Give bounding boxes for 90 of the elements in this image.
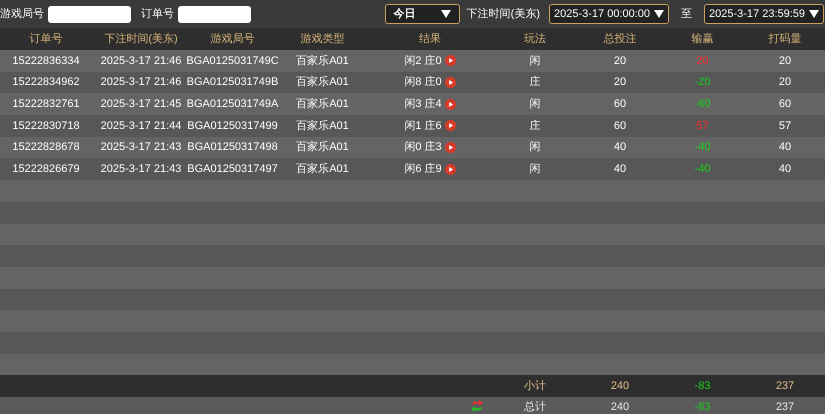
table-cell-text: 2025-3-17 21:46 <box>100 54 182 69</box>
table-cell-text: 57 <box>696 118 709 134</box>
table-cell-text: 60 <box>614 96 626 112</box>
total-value: 240 <box>610 400 630 414</box>
table-cell-text: 庄 <box>530 118 540 134</box>
table-cell-text: BGA0125031749C <box>186 54 279 69</box>
subtotal-label: 小计 <box>524 379 546 394</box>
table-cell-text: 闲 <box>530 96 540 112</box>
table-cell-text: 40 <box>614 140 626 156</box>
caret-icon <box>809 10 819 18</box>
column-header: 游戏类型 <box>300 32 344 47</box>
subtotal-value: 240 <box>610 379 630 394</box>
round-label: 游戏局号 <box>0 6 44 22</box>
table-cell-text: 57 <box>778 118 792 134</box>
column-header: 总投注 <box>604 32 636 47</box>
play-icon[interactable] <box>444 98 456 110</box>
table-cell-text: 20 <box>778 54 792 69</box>
table-cell-text: 15222834962 <box>12 75 80 90</box>
table-cell-text: 20 <box>778 75 792 90</box>
column-header: 玩法 <box>524 32 546 47</box>
table-cell-text: 百家乐A01 <box>296 118 349 134</box>
table-cell-text: 2025-3-17 21:45 <box>100 96 182 112</box>
table-cell-text: 闲 <box>530 162 540 178</box>
table-cell-text: 40 <box>778 140 792 156</box>
table-cell-text: 百家乐A01 <box>296 74 349 90</box>
refresh-icon[interactable] <box>470 399 484 414</box>
table-cell-text: -40 <box>694 162 710 178</box>
table-cell-text: 15222826679 <box>12 162 80 178</box>
table-cell-text: 15222830718 <box>12 118 80 134</box>
subtotal-value: -83 <box>694 379 710 394</box>
column-header: 打码量 <box>768 32 802 47</box>
column-header: 订单号 <box>30 32 62 47</box>
table-cell-text: 15222828678 <box>12 140 80 156</box>
play-icon[interactable] <box>444 142 456 154</box>
column-header: 下注时间(美东) <box>104 32 178 47</box>
table-cell-text: 15222836334 <box>12 54 80 69</box>
order-label: 订单号 <box>141 6 174 22</box>
table-cell-text: BGA01250317497 <box>187 162 278 178</box>
play-icon[interactable] <box>444 164 456 175</box>
table-cell-text: 2025-3-17 21:46 <box>100 75 182 90</box>
column-header: 游戏局号 <box>210 32 254 47</box>
to-label: 至 <box>681 6 692 22</box>
time-label: 下注时间(美东) <box>466 6 540 22</box>
table-cell-text: 闲1 庄6 <box>404 118 442 134</box>
table-cell-text: BGA01250317498 <box>187 140 278 156</box>
table-cell-text: 40 <box>614 162 626 178</box>
table-cell-text: 闲6 庄9 <box>404 162 442 178</box>
table-cell-text: 2025-3-17 21:44 <box>100 118 182 134</box>
table-cell-text: 闲8 庄0 <box>404 74 442 90</box>
table-cell-text: BGA0125031749B <box>186 75 278 90</box>
start-time-dropdown[interactable]: 2025-3-17 00:00:00 <box>549 4 669 24</box>
column-header: 结果 <box>419 32 441 47</box>
table-cell-text: 60 <box>778 96 792 112</box>
table-cell-text: 庄 <box>530 74 540 90</box>
play-icon[interactable] <box>444 77 456 88</box>
table-cell-text: BGA0125031749A <box>186 96 278 112</box>
table-cell-text: BGA01250317499 <box>187 118 278 134</box>
table-cell-text: -60 <box>694 96 710 112</box>
table-cell-text: 2025-3-17 21:43 <box>100 162 182 178</box>
table-cell-text: -40 <box>694 140 710 156</box>
subtotal-value: 237 <box>776 379 794 394</box>
end-time-dropdown[interactable]: 2025-3-17 23:59:59 <box>704 4 824 24</box>
table-cell-text: 闲2 庄0 <box>404 54 442 69</box>
table-cell-text: 百家乐A01 <box>296 140 349 156</box>
table-cell-text: 2025-3-17 21:43 <box>100 140 182 156</box>
table-cell-text: 百家乐A01 <box>296 162 349 178</box>
table-cell-text: 百家乐A01 <box>296 54 349 69</box>
caret-icon <box>440 10 451 18</box>
column-header: 输赢 <box>692 32 714 47</box>
table-cell-text: 40 <box>778 162 792 178</box>
total-value: -83 <box>694 400 710 414</box>
play-icon[interactable] <box>444 120 456 132</box>
caret-icon <box>654 10 664 18</box>
table-cell-text: 百家乐A01 <box>296 96 349 112</box>
total-label: 总计 <box>524 400 546 414</box>
period-dropdown[interactable]: 今日 <box>384 4 460 24</box>
table-cell-text: 闲3 庄4 <box>404 96 442 112</box>
table-cell-text: -20 <box>694 75 710 90</box>
table-cell-text: 15222832761 <box>12 96 80 112</box>
order-field[interactable] <box>178 6 251 22</box>
total-value: 237 <box>776 400 794 414</box>
table-cell-text: 闲 <box>530 54 540 69</box>
table-cell-text: 20 <box>696 54 709 69</box>
table-cell-text: 20 <box>614 75 626 90</box>
round-field[interactable] <box>48 6 131 22</box>
table-cell-text: 闲0 庄3 <box>404 140 442 156</box>
play-icon[interactable] <box>444 55 456 66</box>
table-cell-text: 闲 <box>530 140 540 156</box>
table-cell-text: 20 <box>614 54 626 69</box>
table-cell-text: 60 <box>614 118 626 134</box>
